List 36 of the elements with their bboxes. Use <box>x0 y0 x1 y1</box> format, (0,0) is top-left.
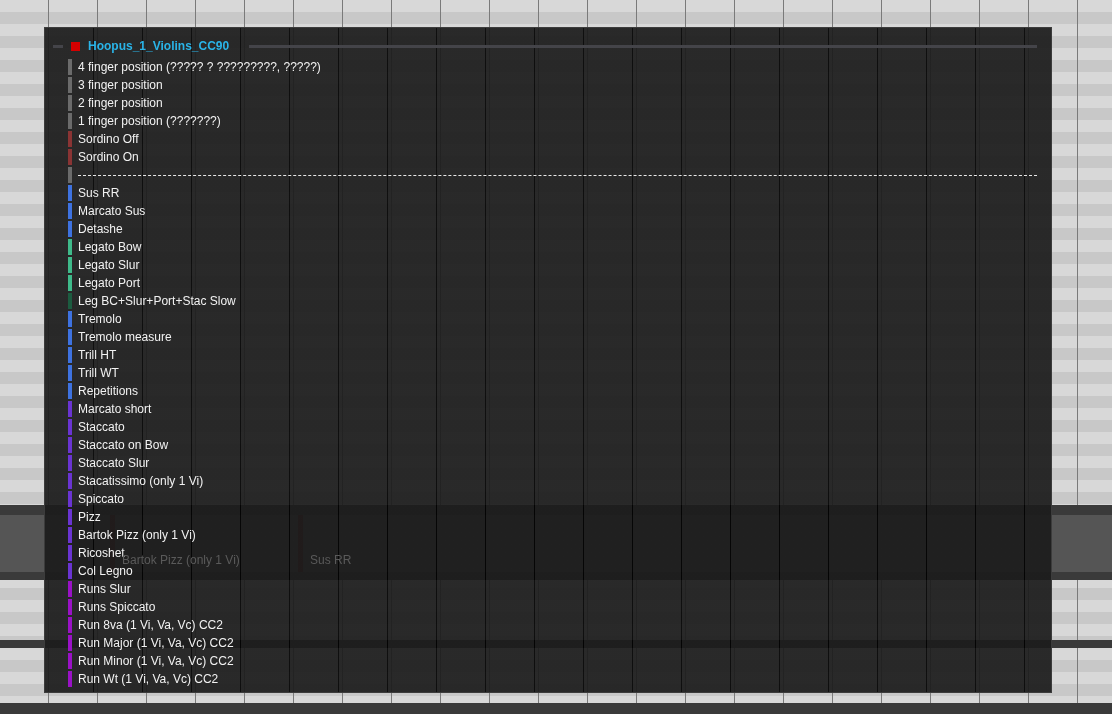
menu-title: Hoopus_1_Violins_CC90 <box>88 39 230 53</box>
menu-item[interactable]: Tremolo measure <box>78 330 172 344</box>
menu-item[interactable]: Sordino On <box>78 150 139 164</box>
menu-item[interactable]: Stacatissimo (only 1 Vi) <box>78 474 204 488</box>
menu-item[interactable]: Detashe <box>78 222 123 236</box>
event-label: Sus RR <box>310 553 352 567</box>
menu-item[interactable]: 1 finger position (???????) <box>78 114 221 128</box>
menu-item[interactable]: Legato Slur <box>78 258 140 272</box>
menu-item[interactable]: Legato Bow <box>78 240 142 254</box>
menu-item[interactable]: Spiccato <box>78 492 125 506</box>
menu-item[interactable]: Run Minor (1 Vi, Va, Vc) CC2 <box>78 654 234 668</box>
menu-item[interactable]: Leg BC+Slur+Port+Stac Slow <box>78 294 236 308</box>
menu-item[interactable]: 4 finger position (????? ? ?????????, ?????) <box>78 60 321 74</box>
menu-item[interactable]: Run 8va (1 Vi, Va, Vc) CC2 <box>78 618 223 632</box>
menu-item[interactable]: Bartok Pizz (only 1 Vi) <box>78 528 196 542</box>
track-color-icon <box>71 41 80 51</box>
menu-item[interactable]: Marcato Sus <box>78 204 146 218</box>
menu-item[interactable]: Tremolo <box>78 312 122 326</box>
menu-item[interactable]: Trill WT <box>78 366 119 380</box>
menu-item[interactable]: Sordino Off <box>78 132 139 146</box>
menu-item[interactable]: Staccato on Bow <box>78 438 169 452</box>
menu-item[interactable]: Pizz <box>78 510 101 524</box>
menu-item[interactable]: Runs Slur <box>78 582 131 596</box>
menu-item[interactable]: 2 finger position <box>78 96 163 110</box>
menu-item[interactable]: 3 finger position <box>78 78 163 92</box>
menu-item[interactable]: Repetitions <box>78 384 139 398</box>
menu-item[interactable]: Run Wt (1 Vi, Va, Vc) CC2 <box>78 672 219 686</box>
menu-item[interactable]: Staccato <box>78 420 125 434</box>
menu-item[interactable]: Legato Port <box>78 276 141 290</box>
menu-item[interactable]: Staccato Slur <box>78 456 150 470</box>
menu-item[interactable]: Col Legno <box>78 564 133 578</box>
menu-item[interactable]: Sus RR <box>78 186 120 200</box>
menu-item[interactable]: Trill HT <box>78 348 117 362</box>
menu-item[interactable]: Marcato short <box>78 402 152 416</box>
menu-item[interactable]: Run Major (1 Vi, Va, Vc) CC2 <box>78 636 234 650</box>
menu-item[interactable]: Runs Spiccato <box>78 600 156 614</box>
